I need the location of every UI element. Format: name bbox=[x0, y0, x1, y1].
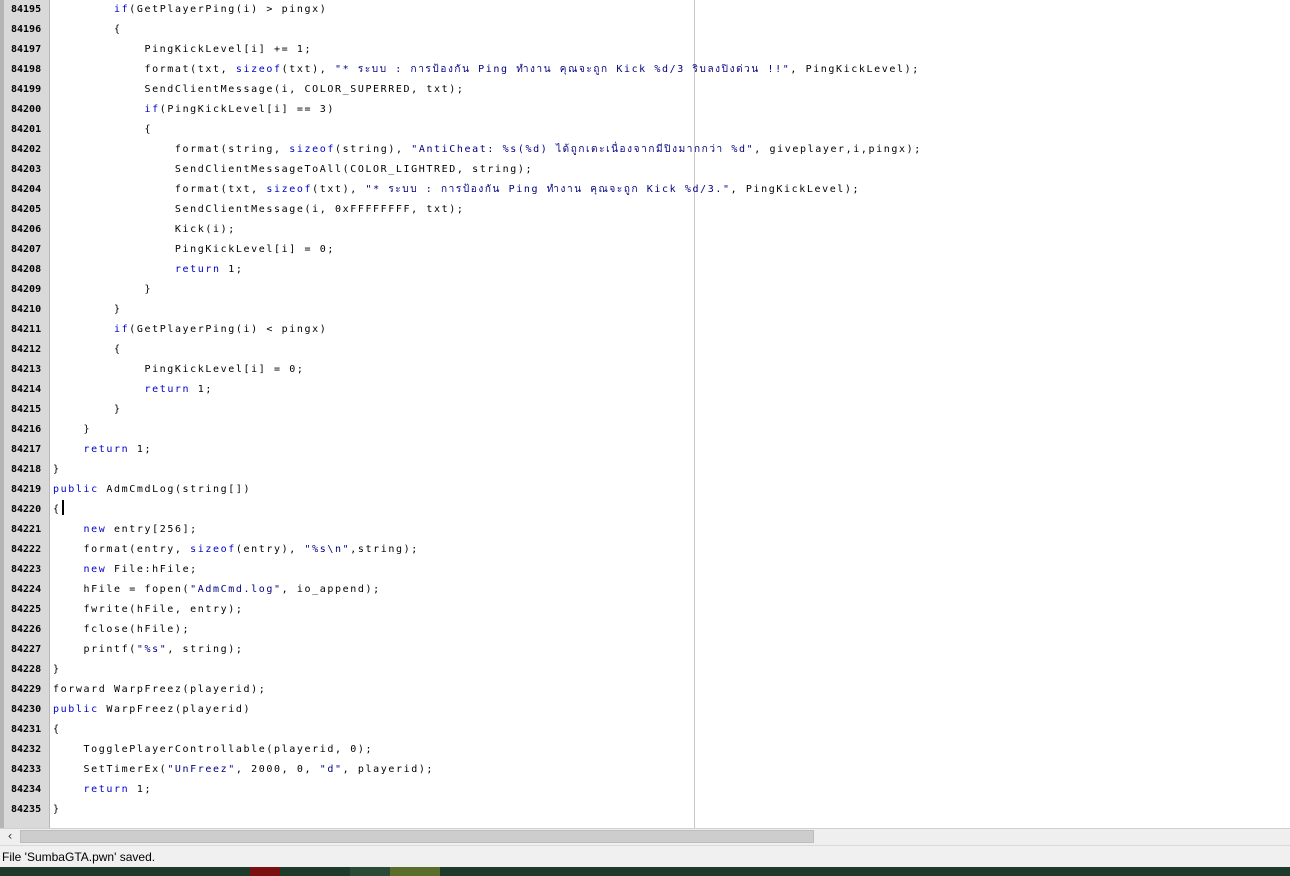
line-code[interactable]: printf("%s", string); bbox=[53, 640, 244, 660]
line-code[interactable]: return 1; bbox=[53, 440, 152, 460]
line-code[interactable]: } bbox=[53, 660, 61, 680]
line-code[interactable]: if(GetPlayerPing(i) > pingx) bbox=[53, 0, 327, 20]
status-message: File 'SumbaGTA.pwn' saved. bbox=[2, 850, 156, 864]
line-code[interactable]: } bbox=[53, 300, 122, 320]
line-code[interactable]: } bbox=[53, 460, 61, 480]
line-code[interactable]: hFile = fopen("AdmCmd.log", io_append); bbox=[53, 580, 381, 600]
line-number: 84219 bbox=[11, 484, 42, 495]
taskbar[interactable] bbox=[0, 867, 1290, 876]
line-number: 84210 bbox=[11, 304, 42, 315]
line-code[interactable]: fwrite(hFile, entry); bbox=[53, 600, 244, 620]
line-number: 84222 bbox=[11, 544, 42, 555]
line-number: 84196 bbox=[11, 24, 42, 35]
line-code[interactable]: PingKickLevel[i] += 1; bbox=[53, 40, 312, 60]
line-number: 84209 bbox=[11, 284, 42, 295]
line-number: 84223 bbox=[11, 564, 42, 575]
line-code[interactable]: PingKickLevel[i] = 0; bbox=[53, 360, 304, 380]
line-code[interactable]: return 1; bbox=[53, 260, 244, 280]
taskbar-item[interactable] bbox=[250, 867, 280, 876]
line-code[interactable]: return 1; bbox=[53, 780, 152, 800]
line-number: 84202 bbox=[11, 144, 42, 155]
line-code[interactable]: if(GetPlayerPing(i) < pingx) bbox=[53, 320, 327, 340]
line-number: 84233 bbox=[11, 764, 42, 775]
line-number: 84215 bbox=[11, 404, 42, 415]
line-code[interactable]: { bbox=[53, 720, 61, 740]
line-code[interactable]: Kick(i); bbox=[53, 220, 236, 240]
horizontal-scrollbar[interactable]: ‹ bbox=[0, 828, 1290, 845]
line-number: 84226 bbox=[11, 624, 42, 635]
taskbar-item[interactable] bbox=[390, 867, 440, 876]
line-code[interactable]: if(PingKickLevel[i] == 3) bbox=[53, 100, 335, 120]
line-code[interactable]: public AdmCmdLog(string[]) bbox=[53, 480, 251, 500]
scrollbar-thumb[interactable] bbox=[20, 830, 814, 843]
line-code[interactable]: { bbox=[53, 120, 152, 140]
line-code[interactable]: new entry[256]; bbox=[53, 520, 198, 540]
line-number: 84234 bbox=[11, 784, 42, 795]
status-bar: File 'SumbaGTA.pwn' saved. bbox=[0, 845, 1290, 867]
line-number: 84225 bbox=[11, 604, 42, 615]
line-code[interactable]: { bbox=[53, 500, 64, 520]
line-number: 84232 bbox=[11, 744, 42, 755]
line-number: 84211 bbox=[11, 324, 42, 335]
line-code[interactable]: format(entry, sizeof(entry), "%s\n",stri… bbox=[53, 540, 419, 560]
taskbar-item[interactable] bbox=[350, 867, 390, 876]
line-number: 84201 bbox=[11, 124, 42, 135]
line-number: 84235 bbox=[11, 804, 42, 815]
margin-strip bbox=[0, 0, 4, 828]
line-code[interactable]: SendClientMessage(i, COLOR_SUPERRED, txt… bbox=[53, 80, 465, 100]
line-number: 84216 bbox=[11, 424, 42, 435]
line-code[interactable]: SendClientMessageToAll(COLOR_LIGHTRED, s… bbox=[53, 160, 533, 180]
line-code[interactable]: { bbox=[53, 340, 122, 360]
line-code[interactable]: format(txt, sizeof(txt), "* ระบบ : การป้… bbox=[53, 60, 920, 80]
line-number: 84221 bbox=[11, 524, 42, 535]
line-code[interactable]: SendClientMessage(i, 0xFFFFFFFF, txt); bbox=[53, 200, 465, 220]
line-number: 84220 bbox=[11, 504, 42, 515]
line-number: 84208 bbox=[11, 264, 42, 275]
text-caret bbox=[61, 500, 64, 515]
line-code[interactable]: TogglePlayerControllable(playerid, 0); bbox=[53, 740, 373, 760]
code-editor[interactable]: 84195 if(GetPlayerPing(i) > pingx) 84196 … bbox=[0, 0, 1290, 828]
line-code[interactable]: fclose(hFile); bbox=[53, 620, 190, 640]
line-number: 84199 bbox=[11, 84, 42, 95]
line-number: 84197 bbox=[11, 44, 42, 55]
line-number: 84206 bbox=[11, 224, 42, 235]
line-code[interactable]: SetTimerEx("UnFreez", 2000, 0, "d", play… bbox=[53, 760, 434, 780]
line-code[interactable]: { bbox=[53, 20, 122, 40]
line-number: 84213 bbox=[11, 364, 42, 375]
taskbar-item[interactable] bbox=[0, 867, 250, 876]
line-number: 84200 bbox=[11, 104, 42, 115]
line-number: 84229 bbox=[11, 684, 42, 695]
line-number: 84204 bbox=[11, 184, 42, 195]
line-code[interactable]: public WarpFreez(playerid) bbox=[53, 700, 251, 720]
line-code[interactable]: format(txt, sizeof(txt), "* ระบบ : การป้… bbox=[53, 180, 860, 200]
line-number: 84228 bbox=[11, 664, 42, 675]
line-code[interactable]: } bbox=[53, 280, 152, 300]
line-number: 84207 bbox=[11, 244, 42, 255]
line-code[interactable]: PingKickLevel[i] = 0; bbox=[53, 240, 335, 260]
line-code[interactable]: } bbox=[53, 400, 122, 420]
line-number: 84230 bbox=[11, 704, 42, 715]
line-code[interactable]: new File:hFile; bbox=[53, 560, 198, 580]
line-code[interactable]: } bbox=[53, 800, 61, 820]
line-number: 84227 bbox=[11, 644, 42, 655]
line-number: 84218 bbox=[11, 464, 42, 475]
line-number: 84224 bbox=[11, 584, 42, 595]
line-code[interactable]: return 1; bbox=[53, 380, 213, 400]
line-number: 84217 bbox=[11, 444, 42, 455]
line-number: 84214 bbox=[11, 384, 42, 395]
long-line-marker bbox=[694, 0, 695, 828]
line-number: 84203 bbox=[11, 164, 42, 175]
line-code[interactable]: } bbox=[53, 420, 91, 440]
line-code[interactable]: format(string, sizeof(string), "AntiChea… bbox=[53, 140, 922, 160]
scroll-left-arrow-icon[interactable]: ‹ bbox=[2, 829, 18, 845]
line-number: 84212 bbox=[11, 344, 42, 355]
line-code[interactable]: forward WarpFreez(playerid); bbox=[53, 680, 266, 700]
line-number: 84195 bbox=[11, 4, 42, 15]
line-number: 84198 bbox=[11, 64, 42, 75]
line-number: 84205 bbox=[11, 204, 42, 215]
line-number: 84231 bbox=[11, 724, 42, 735]
